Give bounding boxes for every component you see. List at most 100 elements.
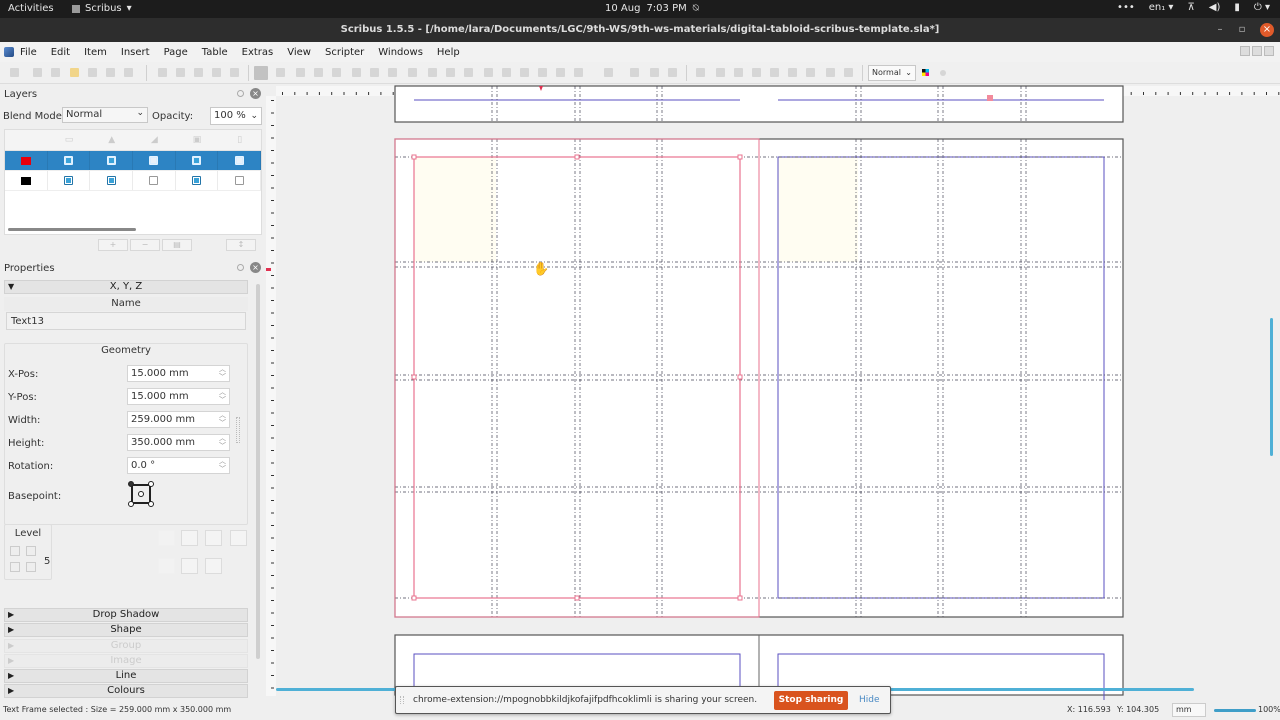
- ruler-tick: [282, 92, 283, 95]
- zoom-value: 100%: [1258, 705, 1280, 714]
- ruler-tick: [271, 162, 274, 164]
- ruler-tick: [271, 212, 274, 214]
- page-spread-top: [394, 85, 1124, 123]
- resize-handle[interactable]: [411, 595, 417, 601]
- ruler-tick: [271, 437, 274, 439]
- ruler-tick: [271, 675, 274, 676]
- ruler-tick: [271, 287, 274, 289]
- ruler-tick: [1204, 92, 1206, 95]
- ruler-tick: [1253, 92, 1255, 95]
- ruler-tick: [271, 475, 274, 476]
- ruler-tick: [271, 375, 274, 376]
- ruler-tick: [271, 537, 274, 539]
- ruler-tick: [271, 250, 274, 251]
- ruler-tick: [1241, 92, 1243, 95]
- ruler-tick: [1143, 92, 1144, 95]
- ruler-tick: [271, 600, 274, 601]
- ruler-tick: [1229, 92, 1231, 95]
- drag-handle-icon[interactable]: [400, 696, 404, 704]
- ruler-tick: [271, 300, 274, 301]
- ruler-tick: [271, 275, 274, 276]
- y-label: Y:: [1117, 705, 1124, 714]
- unit-value: mm: [1176, 705, 1192, 714]
- ruler-tick: [271, 637, 274, 639]
- ruler-tick: [271, 587, 274, 589]
- ruler-tick: [271, 462, 274, 464]
- ruler-tick: [343, 92, 345, 95]
- ruler-marker: [987, 95, 993, 101]
- y-value: 104.305: [1126, 705, 1160, 714]
- resize-handle[interactable]: [737, 374, 743, 380]
- ruler-tick: [271, 575, 274, 576]
- unit-select[interactable]: mm: [1172, 703, 1206, 717]
- ruler-tick: [271, 650, 274, 651]
- ruler-tick: [271, 225, 274, 226]
- ruler-tick: [271, 450, 274, 451]
- ruler-tick: [271, 612, 274, 614]
- ruler-tick: [271, 500, 274, 501]
- hide-banner-link[interactable]: Hide: [859, 695, 880, 705]
- ruler-tick: [271, 562, 274, 564]
- ruler-tick: [271, 487, 274, 489]
- ruler-tick: [1216, 92, 1218, 95]
- resize-handle[interactable]: [737, 154, 743, 160]
- resize-handle[interactable]: [737, 595, 743, 601]
- ruler-tick: [271, 187, 274, 189]
- ruler-tick: [271, 325, 274, 326]
- ruler-tick: [271, 425, 274, 426]
- highlight-cell: [778, 157, 858, 262]
- sharing-message: chrome-extension://mpognobbkildjkofajifp…: [413, 695, 758, 705]
- ruler-tick: [1130, 92, 1132, 95]
- ruler-tick: [392, 92, 394, 95]
- ruler-tick: [1278, 92, 1280, 95]
- ruler-tick: [318, 92, 320, 95]
- ruler-tick: [271, 137, 274, 139]
- resize-handle[interactable]: [574, 595, 580, 601]
- ruler-tick: [271, 150, 274, 151]
- ruler-tick: [306, 92, 308, 95]
- ruler-tick: [271, 525, 274, 526]
- resize-handle[interactable]: [411, 374, 417, 380]
- ruler-tick: [271, 200, 274, 201]
- ruler-tick: [1179, 92, 1181, 95]
- ruler-tick: [271, 412, 274, 414]
- ruler-tick: [380, 92, 382, 95]
- vertical-ruler-cursor-marker: [266, 268, 271, 271]
- hand-cursor-icon: ✋: [533, 262, 550, 277]
- ruler-tick: [271, 175, 274, 176]
- screen-sharing-banner: chrome-extension://mpognobbkildjkofajifp…: [395, 686, 891, 714]
- ruler-tick: [271, 387, 274, 389]
- ruler-tick: [355, 92, 357, 95]
- resize-handle[interactable]: [574, 154, 580, 160]
- ruler-tick: [271, 687, 274, 689]
- ruler-tick: [271, 312, 274, 314]
- ruler-tick: [271, 362, 274, 364]
- ruler-tick: [1167, 92, 1169, 95]
- ruler-tick: [271, 262, 274, 264]
- ruler-tick: [294, 92, 296, 95]
- ruler-tick: [331, 92, 333, 95]
- cursor-x-readout: X: 116.593: [1067, 705, 1111, 714]
- ruler-tick: [271, 125, 274, 126]
- zoom-slider[interactable]: [1214, 709, 1256, 712]
- ruler-tick: [271, 550, 274, 551]
- status-message: Text Frame selected : Size = 259.000 mm …: [3, 705, 232, 714]
- ruler-tick: [368, 92, 370, 95]
- ruler-tick: [1266, 92, 1267, 95]
- ruler-tick: [271, 237, 274, 239]
- ruler-tick: [271, 350, 274, 351]
- ruler-tick: [271, 625, 274, 626]
- stop-sharing-button[interactable]: Stop sharing: [774, 691, 848, 710]
- document-canvas[interactable]: [0, 0, 1280, 720]
- ruler-tick: [1155, 92, 1157, 95]
- ruler-tick: [271, 100, 274, 101]
- ruler-tick: [271, 112, 274, 114]
- ruler-tick: [271, 662, 274, 664]
- cursor-y-readout: Y: 104.305: [1117, 705, 1159, 714]
- resize-handle[interactable]: [411, 154, 417, 160]
- x-label: X:: [1067, 705, 1076, 714]
- canvas-vertical-scrollbar[interactable]: [1270, 318, 1273, 456]
- ruler-tick: [271, 400, 274, 401]
- x-value: 116.593: [1077, 705, 1111, 714]
- highlight-cell: [414, 157, 496, 262]
